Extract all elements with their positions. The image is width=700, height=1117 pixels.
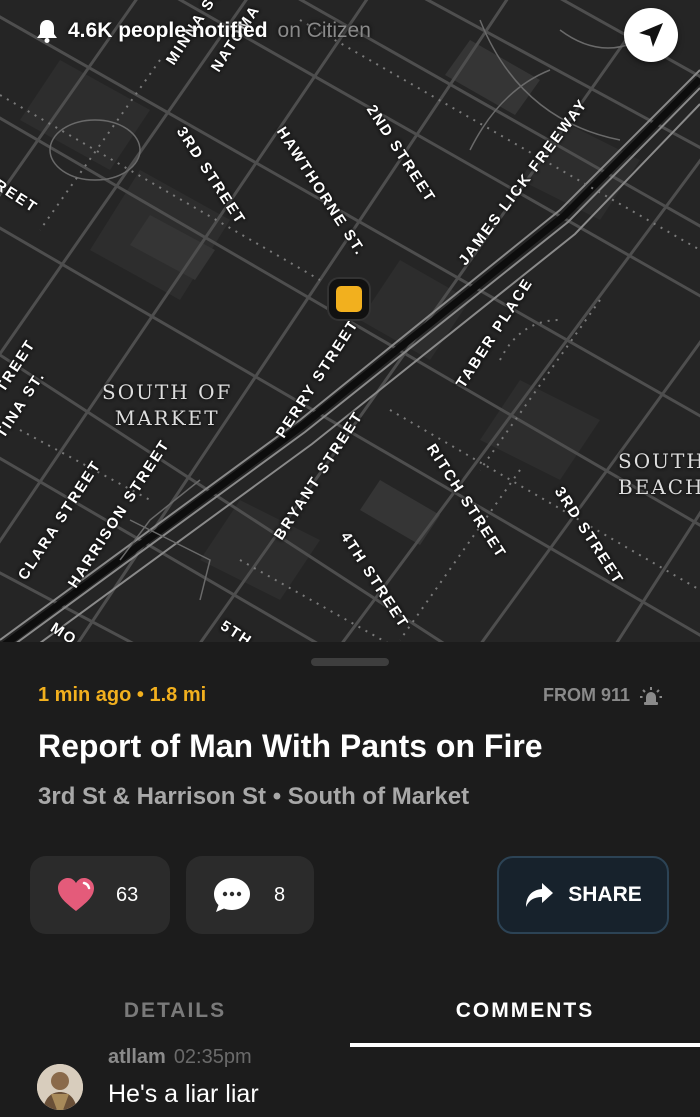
notified-suffix: on Citizen (277, 19, 371, 42)
source-label: FROM 911 (542, 685, 630, 705)
incident-meta: 1 min ago • 1.8 mi FROM 911 (38, 684, 662, 707)
area-label-south-beach: SOUTH BEACH (618, 449, 700, 499)
area-label-south-of-market: SOUTH OF MARKET (102, 380, 233, 430)
comment-time: 02:35pm (173, 1046, 252, 1068)
time-distance: 1 min ago • 1.8 mi (38, 684, 207, 706)
incident-marker[interactable] (329, 279, 369, 319)
app-screen: MINNA ST NATOMA 3RD STREET HAWTHORNE ST.… (0, 0, 700, 1117)
comment-author[interactable]: atllam 02:35pm (108, 1046, 252, 1069)
source-badge: FROM 911 (543, 685, 662, 706)
share-arrow-icon (526, 883, 554, 907)
avatar-image (37, 1064, 83, 1110)
comment-count-button[interactable]: 8 (186, 856, 314, 934)
comment-count: 8 (274, 883, 286, 906)
locate-button[interactable] (624, 8, 678, 62)
comment-text: He's a liar liar (108, 1080, 259, 1108)
like-button[interactable]: 63 (30, 856, 170, 934)
incident-map[interactable]: MINNA ST NATOMA 3RD STREET HAWTHORNE ST.… (0, 0, 700, 665)
share-button[interactable]: SHARE (497, 856, 669, 934)
like-count: 63 (116, 883, 139, 906)
bell-icon (37, 20, 57, 43)
chat-bubble-icon (214, 878, 250, 912)
siren-icon (640, 686, 662, 705)
notified-banner: 4.6K people notified on Citizen (36, 16, 371, 46)
drag-handle[interactable] (311, 658, 389, 666)
avatar[interactable] (37, 1064, 83, 1110)
tab-details[interactable]: DETAILS (0, 976, 350, 1046)
comment-username: atllam (108, 1046, 166, 1068)
incident-title: Report of Man With Pants on Fire (38, 728, 543, 764)
comment-item: atllam 02:35pm He's a liar liar (0, 1046, 700, 1117)
tab-comments[interactable]: COMMENTS (350, 976, 700, 1046)
incident-sheet: 1 min ago • 1.8 mi FROM 911 Report of Ma… (0, 642, 700, 1117)
notified-count: 4.6K people notified (68, 19, 268, 42)
incident-location: 3rd St & Harrison St • South of Market (38, 783, 470, 810)
navigation-arrow-icon (639, 23, 663, 47)
incident-marker-core (336, 286, 362, 312)
detail-tabs: DETAILS COMMENTS (0, 976, 700, 1048)
share-label: SHARE (568, 883, 642, 906)
heart-icon (58, 878, 94, 911)
